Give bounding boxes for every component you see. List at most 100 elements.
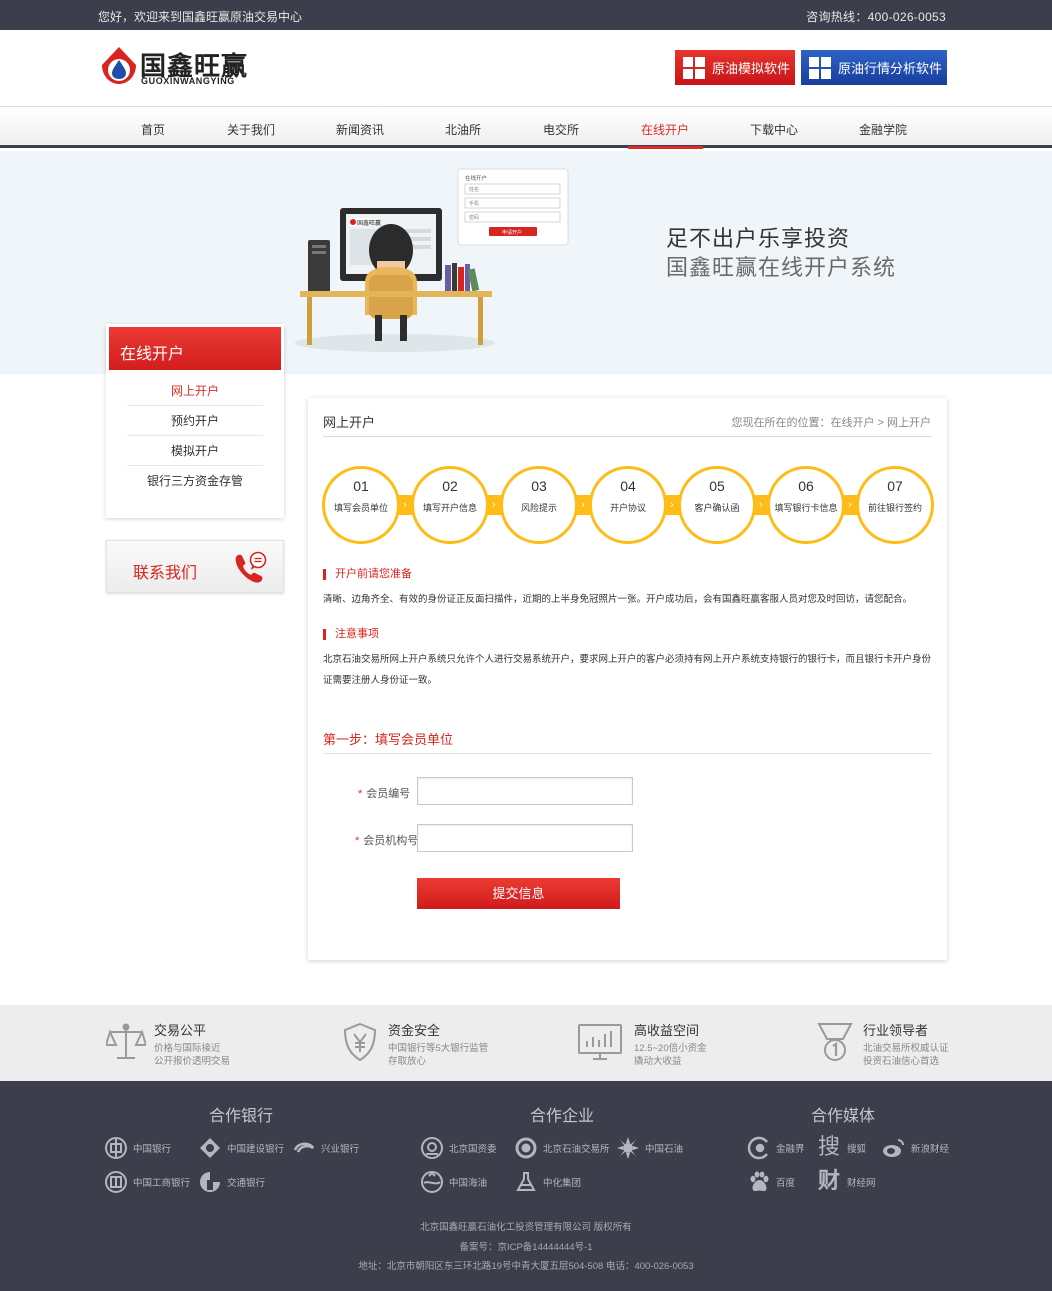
nav-finance-academy[interactable]: 金融学院: [859, 121, 907, 138]
feature-desc: 12.5~20倍小资金 撬动大收益: [634, 1042, 707, 1068]
feature-title: 交易公平: [154, 1023, 207, 1038]
copyright: 北京国鑫旺赢石油化工投资管理有限公司 版权所有: [420, 1222, 632, 1233]
step-label: 填写开户信息: [422, 503, 477, 513]
partner-sohu[interactable]: 搜 搜狐: [818, 1136, 866, 1160]
nav-download[interactable]: 下载中心: [750, 121, 798, 138]
partner-sina-finance[interactable]: 新浪财经: [882, 1136, 949, 1160]
illustration-field-password: 密码: [469, 214, 479, 221]
step-number: 07: [887, 478, 903, 494]
feature-desc-line2: 公开报价透明交易: [154, 1056, 231, 1067]
partner-bank-icbc[interactable]: 中国工商银行: [104, 1170, 190, 1194]
step-label: 风险提示: [520, 503, 557, 513]
partner-jrj[interactable]: 金融界: [747, 1136, 805, 1160]
partner-bank-bocom[interactable]: 交通银行: [198, 1170, 265, 1194]
required-mark: *: [355, 835, 360, 847]
windows-icon: [809, 56, 831, 79]
step-arrow-icon: ›: [403, 499, 407, 511]
step-5: 05 客户确认函: [678, 466, 756, 544]
main-nav: 首页 关于我们 新闻资讯 北油所 电交所 在线开户 下载中心 金融学院: [0, 106, 1052, 149]
sidebar-item-appointment[interactable]: 预约开户: [127, 406, 263, 436]
partner-label: 中国工商银行: [133, 1178, 191, 1189]
page-title: 网上开户: [323, 415, 376, 430]
partner-bank-cib[interactable]: 兴业银行: [292, 1136, 359, 1160]
scale-icon: [106, 1023, 146, 1059]
step-label: 前往银行签约: [867, 503, 922, 513]
site-logo[interactable]: 国鑫旺赢 GUOXINWANGYING: [100, 44, 260, 88]
nav-about[interactable]: 关于我们: [227, 121, 275, 138]
member-org-label-text: 会员机构号: [363, 835, 419, 847]
features-strip: 交易公平 价格与国际接近 公开报价透明交易 资金安全 中国银行等5大银行监管 存取放…: [0, 1005, 1052, 1081]
sasac-emblem-icon: [421, 1137, 443, 1159]
header: 国鑫旺赢 GUOXINWANGYING 原油模拟软件 原油行情分析软件: [0, 30, 1052, 106]
title-divider: [323, 436, 932, 437]
feature-desc-line1: 价格与国际接近: [154, 1043, 221, 1054]
partner-sinochem[interactable]: 中化集团: [514, 1170, 581, 1194]
nav-home[interactable]: 首页: [141, 121, 165, 138]
step-label: 开户协议: [609, 503, 646, 513]
banner-illustration: 国鑫旺赢 在线开户 姓名 手机 密码 申请开户: [295, 168, 569, 352]
sim-software-label: 原油模拟软件: [712, 61, 791, 76]
top-bar: 您好，欢迎来到国鑫旺赢原油交易中心 咨询热线：400-026-0053: [0, 0, 1052, 30]
feature-desc-line2: 存取放心: [388, 1056, 427, 1067]
footer: 合作银行 合作企业 合作媒体 中国银行 中国建设银行 兴业银行 中国工商银行 交…: [0, 1081, 1052, 1291]
contact-us-box[interactable]: 联系我们: [106, 540, 284, 593]
step-arrow-icon: ›: [670, 499, 674, 511]
partner-sasac[interactable]: 北京国资委: [420, 1136, 497, 1160]
sidebar-item-simulation[interactable]: 模拟开户: [127, 436, 263, 466]
feature-title: 高收益空间: [634, 1023, 700, 1038]
sidebar-item-online-open[interactable]: 网上开户: [127, 376, 263, 406]
nav-news[interactable]: 新闻资讯: [336, 121, 384, 138]
banner-slogan-1: 足不出户乐享投资: [666, 226, 851, 251]
ccb-logo-icon: [200, 1138, 220, 1158]
icp-record: 备案号：京ICP备14444444号-1: [459, 1242, 593, 1253]
partner-petrochina[interactable]: 中国石油: [616, 1136, 683, 1160]
nav-beiyousuo[interactable]: 北油所: [445, 121, 481, 138]
hotline-text: 咨询热线：400-026-0053: [806, 10, 946, 24]
prep-text: 清晰、边角齐全、有效的身份证正反面扫描件，近期的上半身免冠照片一张。开户成功后，…: [323, 594, 913, 605]
submit-button[interactable]: 提交信息: [417, 878, 620, 909]
main-panel: 网上开户 您现在所在的位置：在线开户 > 网上开户 01 填写会员单位 › 02 填…: [308, 398, 947, 960]
sim-software-button[interactable]: 原油模拟软件: [675, 50, 795, 85]
companies-title: 合作企业: [530, 1108, 595, 1125]
member-org-label: * 会员机构号: [355, 832, 418, 848]
partner-label: 中国建设银行: [227, 1144, 285, 1155]
contact-us-label: 联系我们: [133, 565, 198, 582]
analysis-software-button[interactable]: 原油行情分析软件: [801, 50, 947, 85]
partner-baidu[interactable]: 百度: [747, 1170, 795, 1194]
boc-logo-icon: [105, 1137, 127, 1159]
welcome-text: 您好，欢迎来到国鑫旺赢原油交易中心: [98, 10, 303, 24]
notice-text: 北京石油交易所网上开户系统只允许个人进行交易系统开户，要求网上开户的客户必须持有…: [323, 654, 932, 686]
nav-dianjiaosuo[interactable]: 电交所: [543, 121, 579, 138]
illustration-form-button: 申请开户: [502, 229, 522, 236]
partner-bank-boc[interactable]: 中国银行: [104, 1136, 171, 1160]
partner-label: 财经网: [847, 1178, 876, 1189]
step-6: 06 填写银行卡信息: [767, 466, 845, 544]
step-3: 03 风险提示: [500, 466, 578, 544]
sidebar-item-bank-custody[interactable]: 银行三方资金存管: [127, 466, 263, 496]
partner-label: 中化集团: [543, 1178, 582, 1189]
step-1: 01 填写会员单位: [322, 466, 400, 544]
partner-label: 北京石油交易所: [543, 1144, 610, 1155]
step-2: 02 填写开户信息: [411, 466, 489, 544]
nav-online-account[interactable]: 在线开户: [641, 121, 689, 138]
bpex-logo-icon: [515, 1137, 537, 1159]
partner-label: 北京国资委: [449, 1144, 497, 1155]
partner-label: 兴业银行: [321, 1144, 360, 1155]
baidu-paw-icon: [750, 1171, 769, 1192]
caijing-logo-icon: 财: [818, 1169, 841, 1194]
weibo-logo-icon: [883, 1139, 904, 1157]
logo-drop-icon: [102, 47, 136, 84]
step-divider: [323, 753, 932, 754]
member-no-input[interactable]: [417, 777, 633, 805]
illustration-form-title: 在线开户: [465, 174, 487, 182]
member-org-input[interactable]: [417, 824, 633, 852]
partner-bpex[interactable]: 北京石油交易所: [514, 1136, 610, 1160]
nav-active-indicator: [628, 146, 703, 149]
partner-cnooc[interactable]: 中国海油: [420, 1170, 487, 1194]
windows-icon: [683, 56, 705, 79]
partner-caijing[interactable]: 财 财经网: [818, 1170, 876, 1194]
phone-chat-icon: [235, 551, 267, 583]
progress-steps: 01 填写会员单位 › 02 填写开户信息 › 03 风险提示 › 04 开户协议 › …: [322, 466, 934, 544]
feature-desc: 中国银行等5大银行监管 存取放心: [388, 1042, 488, 1068]
partner-bank-ccb[interactable]: 中国建设银行: [198, 1136, 284, 1160]
